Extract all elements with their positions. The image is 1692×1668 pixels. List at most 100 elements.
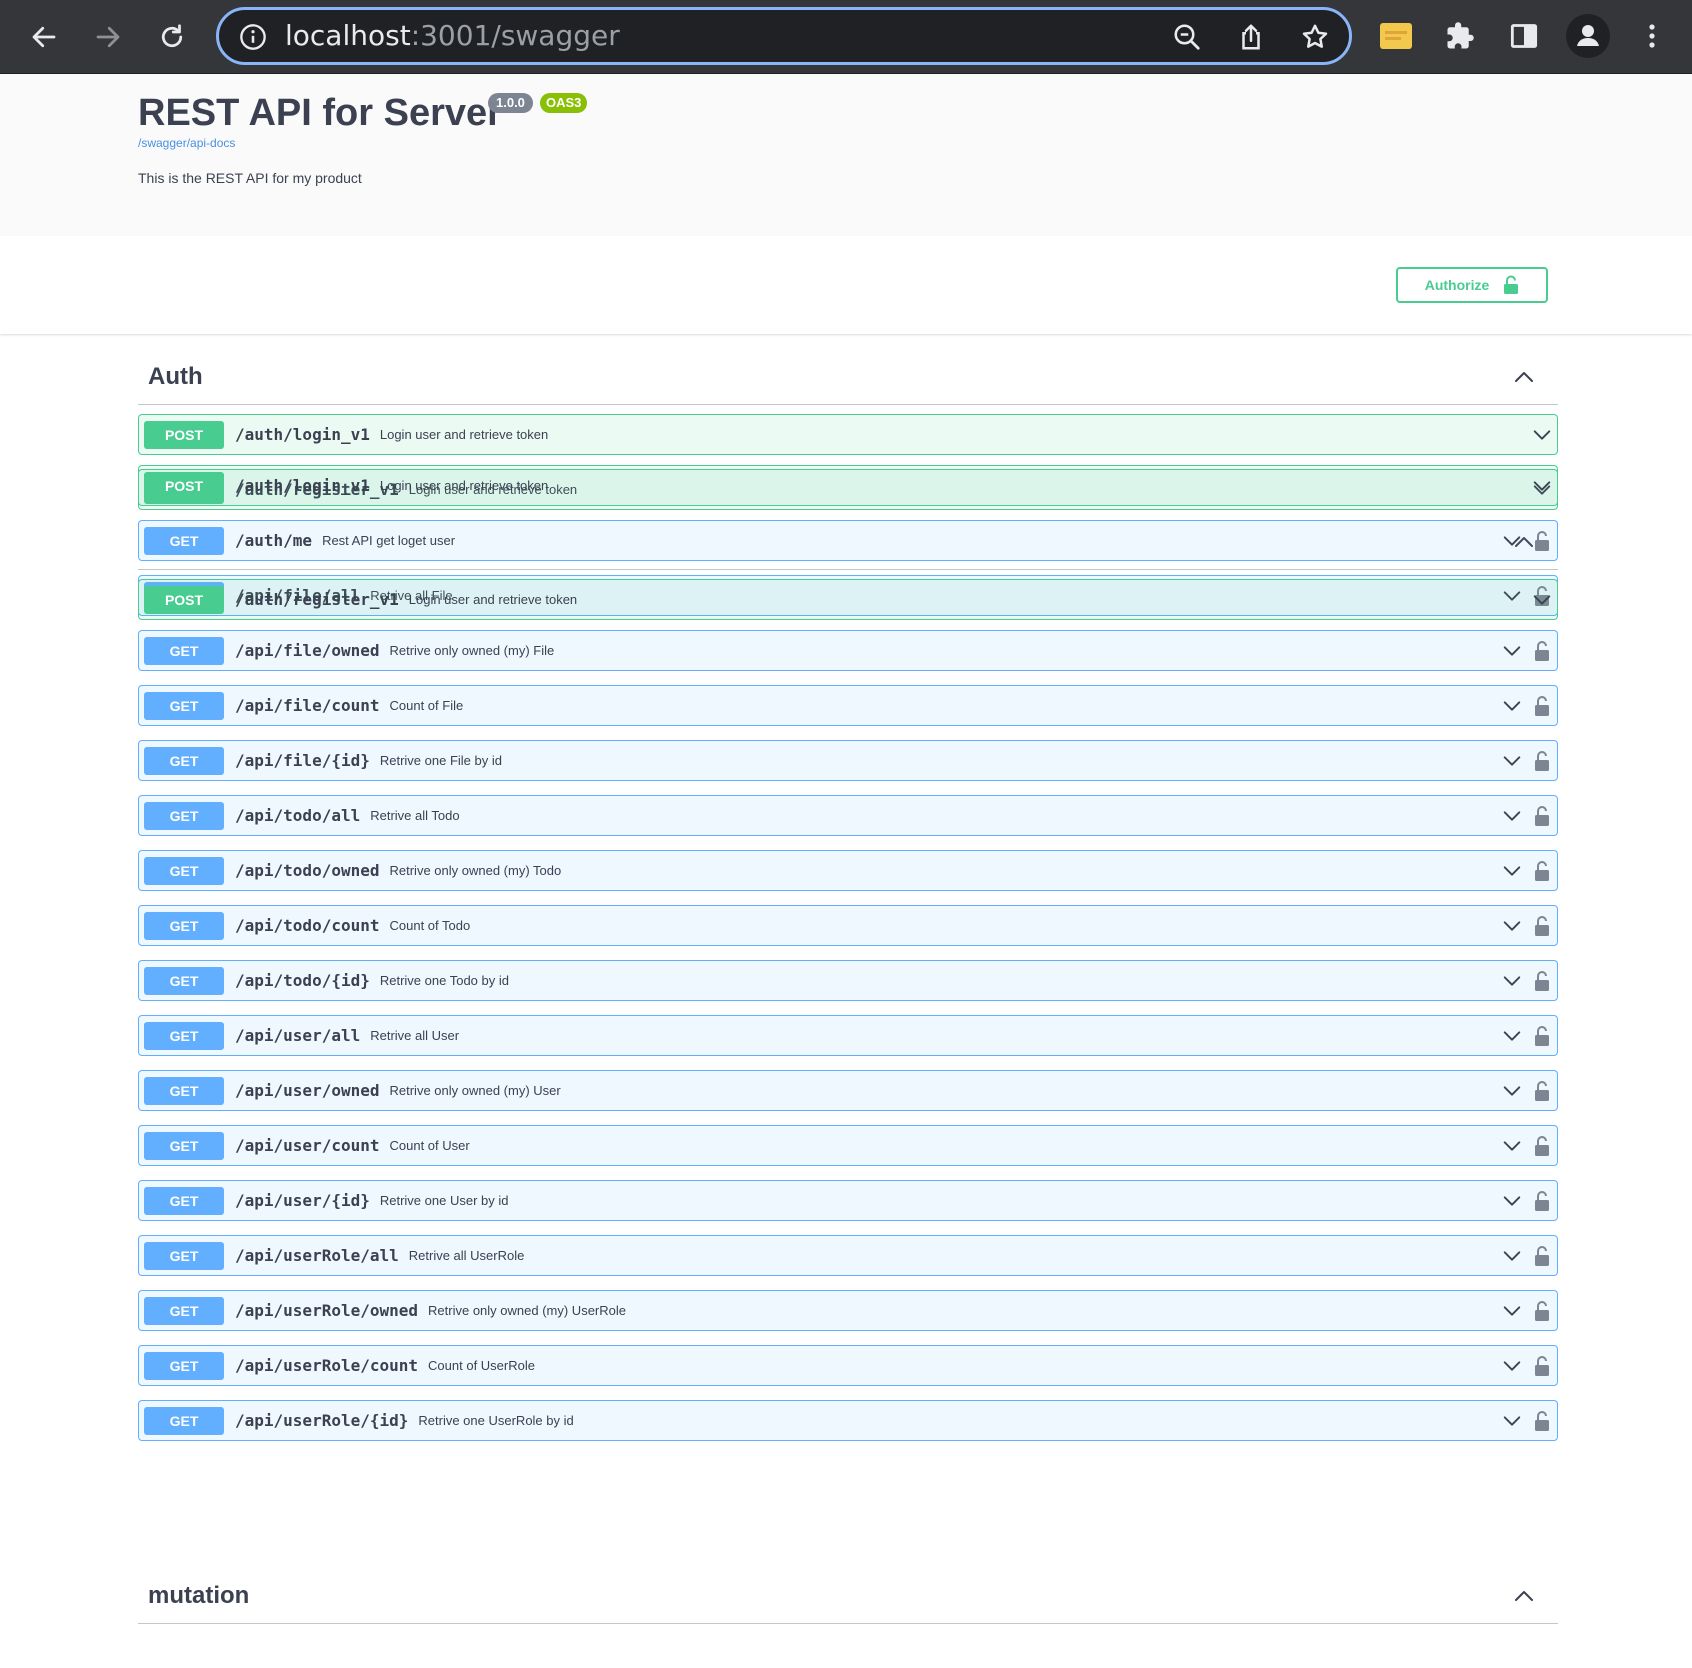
operation-row[interactable]: GET/api/file/count Count of File: [138, 685, 1558, 726]
spec-link[interactable]: /swagger/api-docs: [138, 136, 235, 150]
method-badge: POST: [144, 420, 224, 449]
operation-row[interactable]: GET/api/todo/count Count of Todo: [138, 905, 1558, 946]
operation-row[interactable]: GET/api/userRole/count Count of UserRole: [138, 1345, 1558, 1386]
chevron-down-icon[interactable]: [1501, 1410, 1523, 1432]
method-badge: GET: [144, 1131, 224, 1160]
version-badge: 1.0.0: [488, 93, 533, 113]
method-badge: GET: [144, 911, 224, 940]
operation-row[interactable]: POST/auth/register_v1 Login user and retr…: [138, 579, 1558, 620]
unlock-icon[interactable]: [1533, 1135, 1551, 1157]
method-badge: GET: [144, 1296, 224, 1325]
side-panel-button[interactable]: [1502, 14, 1546, 58]
authorize-label: Authorize: [1424, 277, 1490, 293]
operation-row[interactable]: POST/auth/login_v1 Login user and retriev…: [138, 465, 1558, 506]
unlock-icon[interactable]: [1533, 915, 1551, 937]
chevron-down-icon[interactable]: [1501, 860, 1523, 882]
method-badge: GET: [144, 691, 224, 720]
unlock-icon: [1504, 275, 1519, 294]
unlock-icon[interactable]: [1533, 970, 1551, 992]
chevron-down-icon[interactable]: [1501, 695, 1523, 717]
operation-row[interactable]: GET/api/todo/owned Retrive only owned (my…: [138, 850, 1558, 891]
operation-row[interactable]: GET/api/todo/all Retrive all Todo: [138, 795, 1558, 836]
chevron-down-icon[interactable]: [1501, 640, 1523, 662]
extensions-button[interactable]: [1438, 14, 1482, 58]
reload-icon: [161, 24, 183, 48]
operation-path: /auth/register_v1: [235, 590, 399, 609]
page-title: REST API for Server: [138, 92, 502, 134]
operation-row[interactable]: GET/api/userRole/{id} Retrive one UserRol…: [138, 1400, 1558, 1441]
unlock-icon[interactable]: [1533, 695, 1551, 717]
operation-path: /auth/login_v1: [235, 476, 370, 495]
operation-row[interactable]: GET/api/userRole/owned Retrive only owned…: [138, 1290, 1558, 1331]
site-info-icon[interactable]: [239, 23, 267, 51]
chevron-down-icon[interactable]: [1501, 1355, 1523, 1377]
unlock-icon[interactable]: [1533, 1080, 1551, 1102]
unlock-icon[interactable]: [1533, 1190, 1551, 1212]
operation-path: /api/file/count: [235, 696, 380, 715]
method-badge: GET: [144, 1186, 224, 1215]
address-bar[interactable]: localhost:3001/swagger: [216, 7, 1352, 65]
operation-row[interactable]: GET/api/userRole/all Retrive all UserRole: [138, 1235, 1558, 1276]
chevron-down-icon[interactable]: [1501, 915, 1523, 937]
unlock-icon[interactable]: [1533, 640, 1551, 662]
menu-button[interactable]: [1630, 14, 1674, 58]
chevron-down-icon[interactable]: [1501, 1025, 1523, 1047]
chevron-up-icon[interactable]: [1512, 1584, 1536, 1608]
tag-name: mutation: [148, 1582, 250, 1609]
operation-row[interactable]: GET/api/user/{id} Retrive one User by id: [138, 1180, 1558, 1221]
chevron-down-icon[interactable]: [1531, 475, 1553, 497]
chevron-down-icon[interactable]: [1501, 1135, 1523, 1157]
scheme-container: Authorize: [0, 236, 1692, 334]
unlock-icon[interactable]: [1533, 1025, 1551, 1047]
chevron-down-icon[interactable]: [1501, 1245, 1523, 1267]
tag-section-header[interactable]: Auth: [138, 349, 1558, 405]
operation-row[interactable]: GET/api/user/owned Retrive only owned (my…: [138, 1070, 1558, 1111]
back-arrow-icon: [32, 26, 56, 48]
zoom-button[interactable]: [1170, 20, 1204, 54]
operation-row[interactable]: GET/api/todo/{id} Retrive one Todo by id: [138, 960, 1558, 1001]
method-badge: GET: [144, 966, 224, 995]
unlock-icon[interactable]: [1533, 860, 1551, 882]
tag-section-header[interactable]: mutation: [138, 1568, 1558, 1624]
operation-row[interactable]: GET/api/user/all Retrive all User: [138, 1015, 1558, 1056]
zoom-out-icon: [1174, 24, 1200, 50]
chevron-down-icon[interactable]: [1501, 750, 1523, 772]
browser-toolbar: localhost:3001/swagger: [0, 0, 1692, 74]
operation-path: /auth/me: [235, 531, 313, 550]
chevron-down-icon[interactable]: [1501, 530, 1523, 552]
authorize-button[interactable]: Authorize: [1396, 267, 1548, 303]
operation-path: /api/file/{id}: [235, 751, 370, 770]
chevron-down-icon[interactable]: [1501, 1190, 1523, 1212]
unlock-icon[interactable]: [1533, 805, 1551, 827]
operation-row[interactable]: GET/api/file/{id} Retrive one File by id: [138, 740, 1558, 781]
forward-button[interactable]: [87, 16, 129, 58]
chevron-down-icon[interactable]: [1501, 970, 1523, 992]
operation-row[interactable]: GET/api/file/owned Retrive only owned (my…: [138, 630, 1558, 671]
chevron-down-icon[interactable]: [1531, 424, 1553, 446]
share-button[interactable]: [1234, 20, 1268, 54]
operation-row[interactable]: POST/auth/login_v1 Login user and retriev…: [138, 414, 1558, 455]
sticky-note-icon: [1380, 23, 1412, 49]
unlock-icon[interactable]: [1533, 1355, 1551, 1377]
chevron-down-icon[interactable]: [1501, 1080, 1523, 1102]
chevron-down-icon[interactable]: [1501, 805, 1523, 827]
extension-note[interactable]: [1374, 14, 1418, 58]
operation-row[interactable]: GET/api/user/count Count of User: [138, 1125, 1558, 1166]
operation-path: /api/userRole/all: [235, 1246, 399, 1265]
back-button[interactable]: [23, 16, 65, 58]
unlock-icon[interactable]: [1533, 750, 1551, 772]
unlock-icon[interactable]: [1533, 530, 1551, 552]
profile-button[interactable]: [1566, 14, 1610, 58]
unlock-icon[interactable]: [1533, 1245, 1551, 1267]
unlock-icon[interactable]: [1533, 1410, 1551, 1432]
reload-button[interactable]: [151, 16, 193, 58]
operation-summary: Login user and retrieve token: [379, 478, 549, 493]
chevron-down-icon[interactable]: [1531, 589, 1553, 611]
chevron-down-icon[interactable]: [1501, 1300, 1523, 1322]
operation-row[interactable]: GET/auth/me Rest API get loget user: [138, 520, 1558, 561]
chevron-up-icon[interactable]: [1512, 365, 1536, 389]
unlock-icon[interactable]: [1533, 1300, 1551, 1322]
operation-path: /api/user/count: [235, 1136, 380, 1155]
operation-summary: Rest API get loget user: [322, 533, 456, 548]
bookmark-button[interactable]: [1298, 20, 1332, 54]
